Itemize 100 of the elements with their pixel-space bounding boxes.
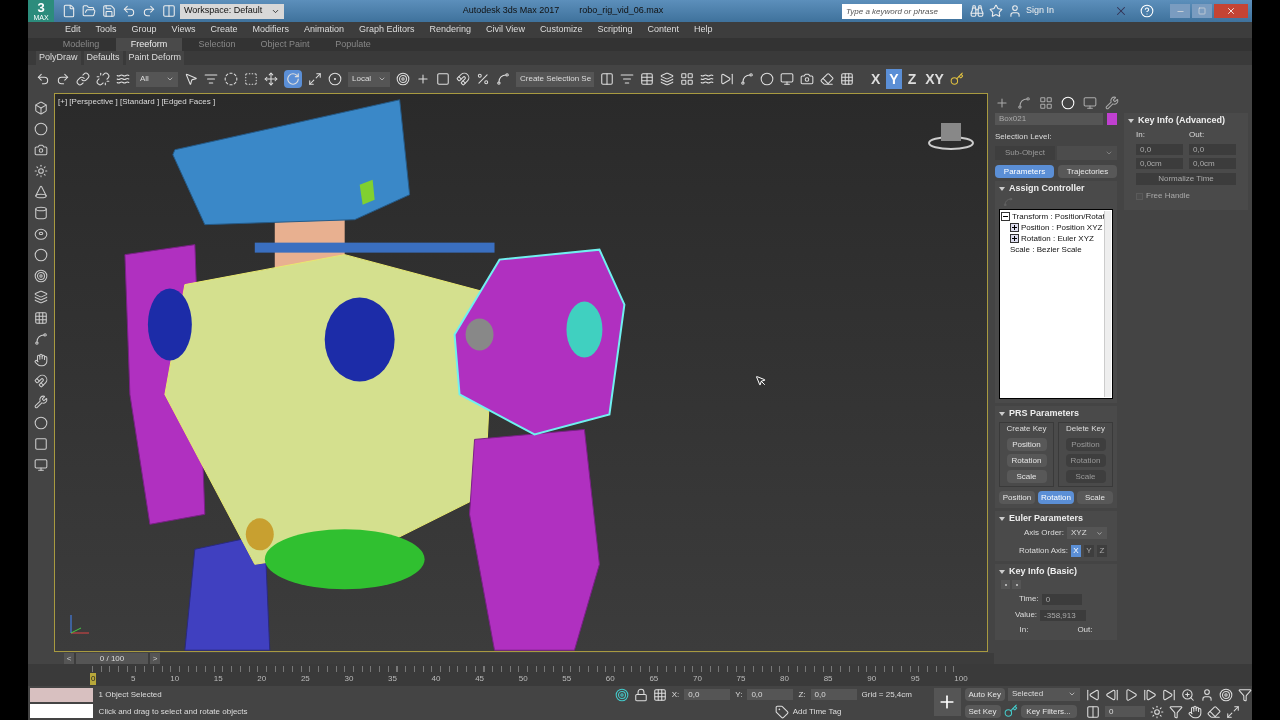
menu-item[interactable]: Group bbox=[131, 23, 157, 37]
crosshair-icon[interactable] bbox=[416, 72, 430, 86]
tool-icon[interactable] bbox=[34, 248, 48, 262]
grid-icon[interactable] bbox=[840, 72, 854, 86]
rollout-title[interactable]: Assign Controller bbox=[1009, 182, 1085, 196]
tool-icon[interactable] bbox=[34, 164, 48, 178]
add-time-tag-button[interactable]: Add Time Tag bbox=[792, 705, 842, 718]
tree-item[interactable]: Transform : Position/Rotat bbox=[1012, 211, 1104, 223]
ribbon-tab[interactable]: Selection bbox=[184, 37, 250, 51]
axis-constraint-button[interactable]: XY bbox=[922, 69, 947, 89]
key-button[interactable]: Rotation bbox=[1006, 454, 1047, 467]
snap-icon[interactable] bbox=[456, 72, 470, 86]
display-tab-icon[interactable] bbox=[1083, 96, 1097, 110]
tool-icon[interactable] bbox=[34, 353, 48, 367]
lock-icon[interactable] bbox=[633, 687, 648, 702]
key-mode-dropdown[interactable]: Selected bbox=[1008, 687, 1080, 701]
previous-key-icon[interactable] bbox=[1001, 580, 1010, 589]
tree-item[interactable]: Scale : Bezier Scale bbox=[1010, 243, 1082, 256]
axis-constraint-button[interactable]: Z bbox=[904, 69, 920, 89]
previous-frame-icon[interactable] bbox=[1105, 687, 1119, 702]
expand-toggle-icon[interactable] bbox=[1010, 223, 1019, 232]
axis-constraint-button[interactable]: Y bbox=[886, 69, 902, 89]
coordinate-field[interactable]: 0,0 bbox=[684, 689, 731, 700]
go-to-start-icon[interactable] bbox=[1086, 687, 1100, 702]
hierarchy-tab-icon[interactable] bbox=[1039, 96, 1053, 110]
next-frame-icon[interactable] bbox=[1143, 687, 1157, 702]
key-filters-button[interactable]: Key Filters... bbox=[1020, 704, 1077, 718]
unlink-icon[interactable] bbox=[96, 72, 110, 86]
object-color-swatch[interactable] bbox=[1107, 113, 1117, 125]
select-by-name-icon[interactable] bbox=[204, 72, 218, 86]
rollout-title[interactable]: PRS Parameters bbox=[1009, 407, 1080, 421]
close-button[interactable] bbox=[1214, 4, 1248, 18]
selection-filter-dropdown[interactable]: All bbox=[136, 71, 178, 87]
tool-icon[interactable] bbox=[34, 101, 48, 115]
menu-item[interactable]: Views bbox=[171, 23, 196, 37]
utilities-tab-icon[interactable] bbox=[1105, 96, 1119, 110]
collapse-icon[interactable] bbox=[999, 187, 1005, 191]
link-icon[interactable] bbox=[76, 72, 90, 86]
tool-icon[interactable] bbox=[34, 374, 48, 388]
auto-key-button[interactable]: Auto Key bbox=[964, 687, 1005, 701]
axis-constraint-button[interactable]: X bbox=[868, 69, 884, 89]
tool-icon[interactable] bbox=[34, 290, 48, 304]
tree-item[interactable]: Position : Position XYZ bbox=[1021, 221, 1103, 234]
time-tag-icon[interactable] bbox=[774, 704, 789, 719]
region-select-icon[interactable] bbox=[224, 72, 238, 86]
rollout-title[interactable]: Key Info (Basic) bbox=[1009, 565, 1077, 579]
tool-icon[interactable] bbox=[34, 206, 48, 220]
menu-item[interactable]: Create bbox=[210, 23, 238, 37]
menu-item[interactable]: Modifiers bbox=[252, 23, 289, 37]
scrollbar[interactable] bbox=[1104, 211, 1111, 397]
percent-snap-icon[interactable] bbox=[476, 72, 490, 86]
user-icon[interactable] bbox=[1008, 4, 1022, 18]
save-icon[interactable] bbox=[102, 4, 116, 18]
sub-object-button[interactable]: Sub-Object bbox=[995, 146, 1055, 160]
tool-icon[interactable] bbox=[34, 185, 48, 199]
play-icon[interactable] bbox=[1124, 687, 1138, 702]
tool-icon[interactable] bbox=[34, 416, 48, 430]
viewport-label[interactable]: [+] [Perspective ] [Standard ] [Edged Faces ] bbox=[58, 96, 216, 108]
ribbon-tab[interactable]: Populate bbox=[320, 37, 386, 51]
expand-toggle-icon[interactable] bbox=[1010, 234, 1019, 243]
window-crossing-icon[interactable] bbox=[244, 72, 258, 86]
coordinate-field[interactable]: 0,0 bbox=[810, 689, 857, 700]
redo-icon[interactable] bbox=[142, 4, 156, 18]
constraint-key-icon[interactable] bbox=[949, 72, 964, 86]
redo-icon[interactable] bbox=[56, 72, 70, 86]
sign-in-link[interactable]: Sign In bbox=[1026, 4, 1106, 18]
menu-item[interactable]: Civil View bbox=[486, 23, 525, 37]
coordinate-field[interactable]: 0,0 bbox=[747, 689, 794, 700]
key-button[interactable]: Position bbox=[1006, 438, 1047, 451]
next-frame-button[interactable]: > bbox=[150, 652, 160, 664]
modify-tab-icon[interactable] bbox=[1017, 96, 1031, 110]
maximize-viewport-icon[interactable] bbox=[1226, 704, 1240, 719]
key-icon[interactable] bbox=[1003, 704, 1018, 719]
ribbon-tab[interactable]: Modeling bbox=[48, 37, 114, 51]
help-icon[interactable] bbox=[1140, 4, 1154, 18]
tool-icon[interactable] bbox=[34, 395, 48, 409]
rollout-title[interactable]: Key Info (Advanced) bbox=[1138, 114, 1225, 128]
go-to-end-icon[interactable] bbox=[1162, 687, 1176, 702]
key-button[interactable]: Scale bbox=[1006, 470, 1047, 483]
tree-item[interactable]: Rotation : Euler XYZ bbox=[1021, 232, 1094, 245]
zoom-icon[interactable] bbox=[1181, 687, 1195, 702]
scale-icon[interactable] bbox=[308, 72, 322, 86]
motion-tab-icon[interactable] bbox=[1061, 96, 1075, 110]
menu-item[interactable]: Rendering bbox=[429, 23, 472, 37]
waves-icon[interactable] bbox=[116, 72, 130, 86]
tool-icon[interactable] bbox=[34, 122, 48, 136]
ribbon-panel-button[interactable]: PolyDraw bbox=[36, 51, 81, 65]
star-icon[interactable] bbox=[989, 4, 1003, 18]
ribbon-panel-button[interactable]: Defaults bbox=[83, 51, 123, 65]
maxscript-input-field[interactable] bbox=[30, 704, 93, 718]
in-field[interactable]: 0,0cm bbox=[1136, 158, 1183, 169]
menu-item[interactable]: Help bbox=[693, 23, 713, 37]
new-file-icon[interactable] bbox=[62, 4, 76, 18]
maxscript-listener-field[interactable] bbox=[30, 688, 93, 702]
tool-icon[interactable] bbox=[34, 269, 48, 283]
search-field[interactable]: Type a keyword or phrase bbox=[842, 3, 962, 19]
rotate-button[interactable] bbox=[284, 70, 302, 88]
viewport[interactable]: [+] [Perspective ] [Standard ] [Edged Faces ] bbox=[54, 93, 988, 652]
move-icon[interactable] bbox=[264, 72, 278, 86]
set-key-button[interactable]: Set Key bbox=[964, 704, 1001, 718]
